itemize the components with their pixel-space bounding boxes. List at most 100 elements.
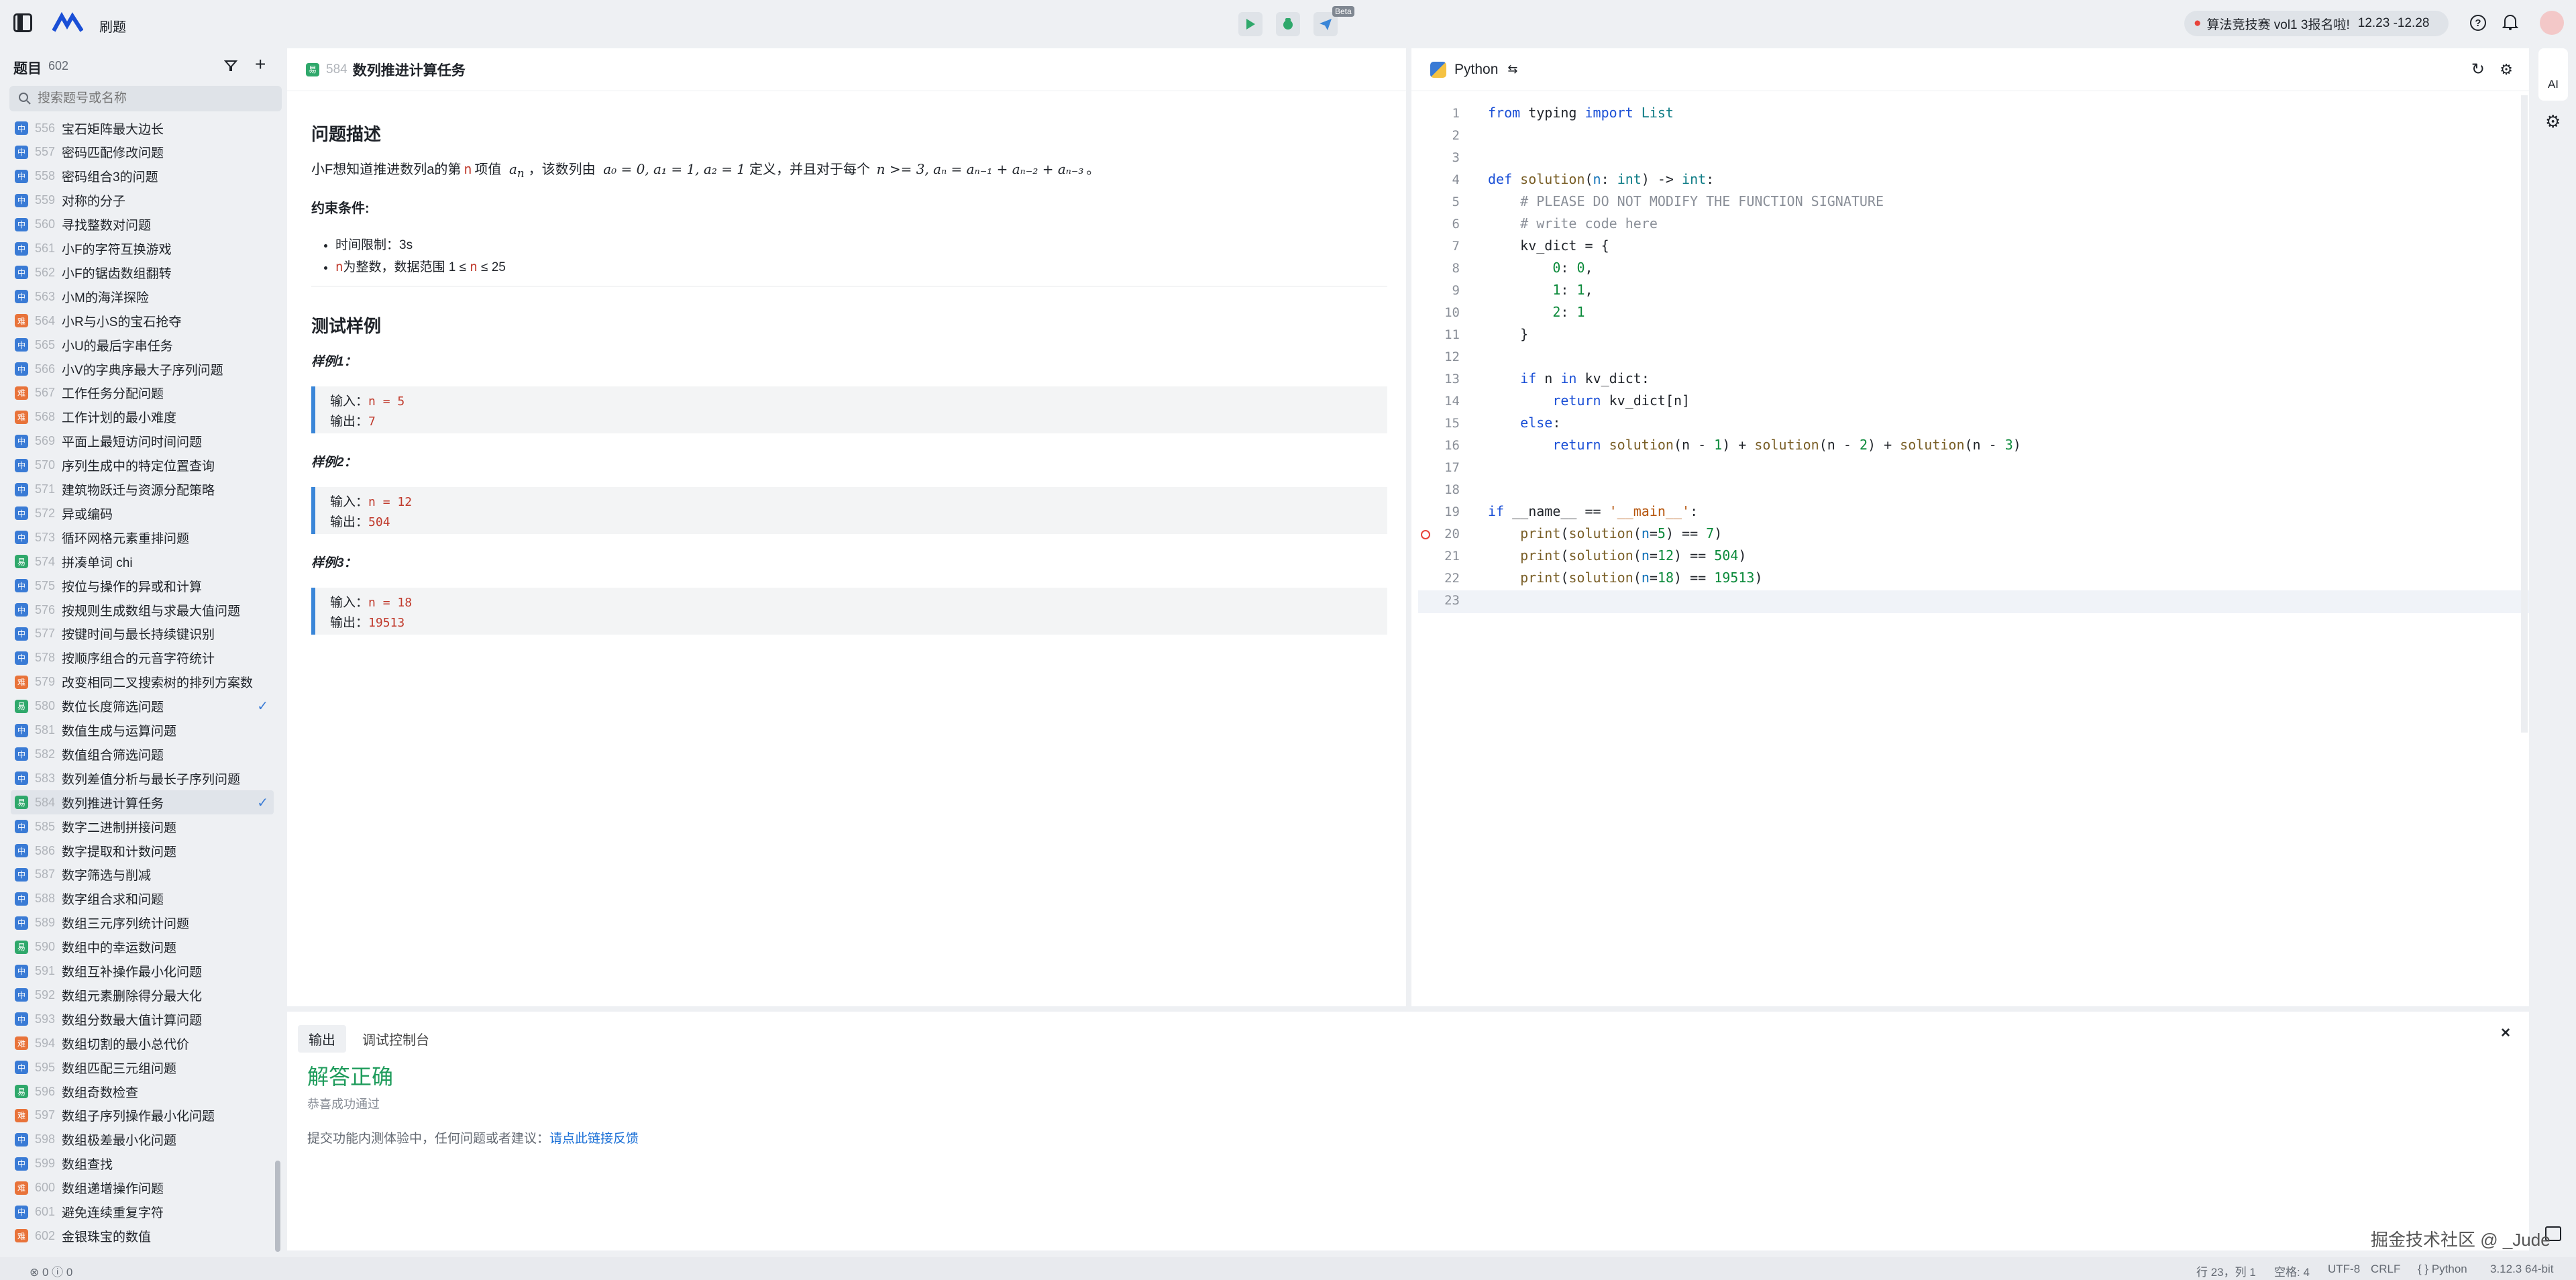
problem-list-item[interactable]: 易 596 数组奇数检查 (11, 1079, 274, 1104)
bell-icon[interactable] (2502, 13, 2518, 31)
problem-list-item[interactable]: 中 588 数字组合求和问题 (11, 887, 274, 911)
problem-list-item[interactable]: 难 597 数组子序列操作最小化问题 (11, 1104, 274, 1128)
code-line[interactable]: from typing import List (1488, 105, 1674, 121)
problem-list-item[interactable]: 中 598 数组极差最小化问题 (11, 1128, 274, 1152)
code-line[interactable]: # PLEASE DO NOT MODIFY THE FUNCTION SIGN… (1488, 193, 1884, 209)
problem-number: 557 (35, 145, 56, 159)
help-icon[interactable]: ? (2470, 15, 2486, 31)
problem-list-item[interactable]: 中 570 序列生成中的特定位置查询 (11, 454, 274, 478)
problem-list-item[interactable]: 中 578 按顺序组合的元音字符统计 (11, 646, 274, 670)
problem-list-item[interactable]: 中 562 小F的锯齿数组翻转 (11, 260, 274, 284)
user-avatar[interactable] (2540, 11, 2564, 35)
problem-list-item[interactable]: 中 566 小V的字典序最大子序列问题 (11, 357, 274, 381)
problem-list-item[interactable]: 中 561 小F的字符互换游戏 (11, 237, 274, 261)
language-selector[interactable]: Python (1454, 62, 1498, 78)
problem-list-item[interactable]: 中 560 寻找整数对问题 (11, 213, 274, 237)
close-icon[interactable]: × (2501, 1024, 2510, 1043)
problem-list-item[interactable]: 难 568 工作计划的最小难度 (11, 405, 274, 429)
contest-banner[interactable]: ● 算法竞技赛 vol1 3报名啦! 12.23 -12.28 (2184, 11, 2449, 36)
problem-list-item[interactable]: 中 571 建筑物跃迁与资源分配策略 (11, 478, 274, 502)
problem-list-item[interactable]: 中 591 数组互补操作最小化问题 (11, 959, 274, 983)
problems-count[interactable]: ⊗ 0 ⓘ 0 (30, 1263, 72, 1279)
problem-list-item[interactable]: 易 580 数位长度筛选问题 ✓ (11, 694, 274, 718)
code-line[interactable]: # write code here (1488, 215, 1658, 231)
line-ending[interactable]: CRLF (2371, 1263, 2400, 1276)
problem-list-item[interactable]: 中 572 异或编码 (11, 501, 274, 525)
problem-list-item[interactable]: 中 577 按键时间与最长持续键识别 (11, 622, 274, 646)
run-button[interactable] (1238, 12, 1263, 36)
problem-list-item[interactable]: 易 574 拼凑单词 chi (11, 549, 274, 574)
language-mode[interactable]: { } Python (2418, 1263, 2467, 1276)
code-line[interactable]: print(solution(n=12) == 504) (1488, 547, 1746, 564)
problem-list-item[interactable]: 中 563 小M的海洋探险 (11, 284, 274, 309)
feedback-link[interactable]: 请点此链接反馈 (549, 1132, 639, 1146)
search-input[interactable] (38, 91, 266, 106)
bug-report-icon[interactable]: ⚙ (2545, 111, 2561, 132)
send-icon (1320, 19, 1332, 30)
problem-list-item[interactable]: 中 573 循环网格元素重排问题 (11, 525, 274, 549)
problem-list-item[interactable]: 中 601 避免连续重复字符 (11, 1200, 274, 1224)
problem-list-item[interactable]: 难 567 工作任务分配问题 (11, 381, 274, 405)
problem-list-item[interactable]: 中 586 数字提取和计数问题 (11, 839, 274, 863)
ai-button[interactable]: AI (2538, 48, 2568, 101)
code-line[interactable]: print(solution(n=5) == 7) (1488, 525, 1722, 541)
editor-scrollbar[interactable] (2521, 95, 2528, 733)
contest-banner-text: 算法竞技赛 vol1 3报名啦! (2206, 17, 2350, 32)
problem-description: 小F想知道推进数列a的第 n 项值 an ，该数列由 a₀ = 0, a₁ = 1, … (311, 161, 1100, 180)
problem-list-item[interactable]: 中 575 按位与操作的异或和计算 (11, 574, 274, 598)
cursor-position[interactable]: 行 23，列 1 (2196, 1263, 2256, 1279)
problem-list-item[interactable]: 中 576 按规则生成数组与求最大值问题 (11, 598, 274, 622)
code-line[interactable]: else: (1488, 415, 1560, 431)
problem-list-item[interactable]: 难 564 小R与小S的宝石抢夺 (11, 309, 274, 333)
code-line[interactable]: 1: 1, (1488, 282, 1593, 298)
breakpoint-icon[interactable] (1421, 530, 1430, 539)
problem-list-item[interactable]: 中 585 数字二进制拼接问题 (11, 814, 274, 839)
problem-list-item[interactable]: 中 592 数组元素删除得分最大化 (11, 983, 274, 1007)
sidebar-scrollbar[interactable] (275, 1161, 280, 1252)
filter-icon[interactable] (224, 59, 237, 72)
settings-icon[interactable]: ⚙ (2500, 61, 2513, 78)
code-line[interactable]: if n in kv_dict: (1488, 370, 1650, 386)
problem-list-item[interactable]: 难 600 数组递增操作问题 (11, 1176, 274, 1200)
problem-list-item[interactable]: 中 593 数组分数最大值计算问题 (11, 1007, 274, 1031)
problem-list-item[interactable]: 中 581 数值生成与运算问题 (11, 718, 274, 743)
indentation[interactable]: 空格: 4 (2274, 1263, 2310, 1279)
problem-list-item[interactable]: 难 594 数组切割的最小总代价 (11, 1031, 274, 1055)
problem-list-item[interactable]: 中 587 数字筛选与削减 (11, 863, 274, 887)
code-line[interactable]: if __name__ == '__main__': (1488, 503, 1698, 519)
problem-list-item[interactable]: 难 579 改变相同二叉搜索树的排列方案数 (11, 670, 274, 694)
code-line[interactable]: } (1488, 326, 1528, 342)
search-box[interactable] (9, 86, 282, 111)
switch-language-icon[interactable]: ⇆ (1507, 62, 1517, 76)
tab-debug-console[interactable]: 调试控制台 (362, 1029, 429, 1049)
sidebar-toggle-icon[interactable] (13, 13, 32, 32)
problem-list-item[interactable]: 中 582 数值组合筛选问题 (11, 742, 274, 766)
problem-list-item[interactable]: 中 595 数组匹配三元组问题 (11, 1055, 274, 1079)
add-icon[interactable]: + (255, 54, 266, 75)
problem-list-item[interactable]: 中 558 密码组合3的问题 (11, 164, 274, 189)
code-line[interactable]: return kv_dict[n] (1488, 392, 1690, 409)
problem-list-item[interactable]: 中 589 数组三元序列统计问题 (11, 911, 274, 935)
problem-list-item[interactable]: 中 556 宝石矩阵最大边长 (11, 116, 274, 140)
encoding[interactable]: UTF-8 (2328, 1263, 2360, 1276)
problem-list-item[interactable]: 易 590 数组中的幸运数问题 (11, 935, 274, 959)
problem-list-item[interactable]: 易 584 数列推进计算任务 ✓ (11, 790, 274, 815)
debug-button[interactable] (1276, 12, 1300, 36)
problem-list-item[interactable]: 中 565 小U的最后字串任务 (11, 333, 274, 357)
code-line[interactable]: 0: 0, (1488, 260, 1593, 276)
problem-list-item[interactable]: 中 583 数列差值分析与最长子序列问题 (11, 766, 274, 790)
problem-list-item[interactable]: 中 559 对称的分子 (11, 189, 274, 213)
reset-icon[interactable]: ↻ (2471, 60, 2485, 79)
tab-output[interactable]: 输出 (298, 1025, 346, 1053)
problem-list-item[interactable]: 中 599 数组查找 (11, 1152, 274, 1176)
problem-list-item[interactable]: 中 569 平面上最短访问时间问题 (11, 429, 274, 454)
code-line[interactable]: kv_dict = { (1488, 237, 1609, 254)
code-line[interactable]: return solution(n - 1) + solution(n - 2)… (1488, 437, 2021, 453)
problem-list-item[interactable]: 难 602 金银珠宝的数值 (11, 1224, 274, 1248)
code-line[interactable]: 2: 1 (1488, 304, 1585, 320)
problem-number: 592 (35, 988, 56, 1002)
interpreter-version[interactable]: 3.12.3 64-bit (2490, 1263, 2554, 1276)
problem-list-item[interactable]: 中 557 密码匹配修改问题 (11, 140, 274, 164)
code-line[interactable]: def solution(n: int) -> int: (1488, 171, 1714, 187)
code-line[interactable]: print(solution(n=18) == 19513) (1488, 570, 1762, 586)
